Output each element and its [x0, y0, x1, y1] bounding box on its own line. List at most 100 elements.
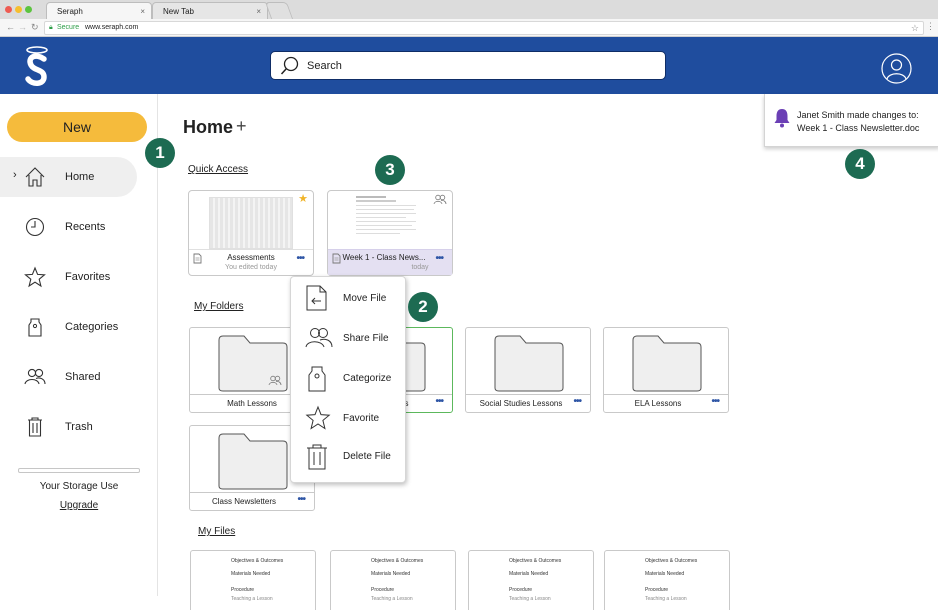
- trash-icon: [307, 444, 327, 470]
- sidebar-item-favorites[interactable]: Favorites: [0, 257, 137, 297]
- clock-icon: [25, 217, 45, 237]
- more-options-icon[interactable]: •••: [296, 254, 304, 264]
- shared-users-icon: [433, 194, 447, 205]
- file-preview-line: Procedure: [645, 587, 669, 593]
- browser-tab-new[interactable]: New Tab ×: [152, 2, 268, 19]
- sidebar-item-label: Home: [65, 171, 95, 183]
- more-options-icon[interactable]: •••: [711, 397, 719, 407]
- my-files-heading: My Files: [198, 526, 236, 537]
- star-icon: [24, 266, 46, 288]
- sidebar-item-label: Recents: [65, 221, 106, 233]
- folder-icon: [218, 433, 288, 490]
- browser-tab-bar: Seraph × New Tab ×: [0, 0, 938, 20]
- file-preview-line: Teaching a Lesson: [371, 596, 413, 602]
- reload-icon[interactable]: ↻: [31, 22, 39, 33]
- folder-icon: [632, 335, 702, 392]
- more-options-icon[interactable]: •••: [297, 495, 305, 505]
- search-bar[interactable]: Search: [270, 51, 666, 80]
- file-name: Week 1 - Class News...: [342, 253, 426, 262]
- new-button[interactable]: New: [7, 112, 147, 142]
- sidebar-item-home[interactable]: › Home: [0, 157, 137, 197]
- file-card[interactable]: Objectives & Outcomes Materials Needed P…: [604, 550, 730, 610]
- menu-item-favorite[interactable]: Favorite: [291, 399, 405, 437]
- back-icon[interactable]: ←: [6, 22, 15, 33]
- menu-item-move-file[interactable]: Move File: [291, 279, 405, 317]
- folder-name: ELA Lessons: [634, 399, 682, 408]
- close-window-icon[interactable]: [5, 6, 12, 13]
- secure-label: Secure: [57, 24, 80, 31]
- menu-item-categorize[interactable]: Categorize: [291, 359, 405, 397]
- bookmark-star-icon[interactable]: ☆: [911, 22, 919, 34]
- folder-name: Class Newsletters: [211, 497, 276, 506]
- user-avatar-icon[interactable]: [881, 53, 912, 84]
- file-preview-line: Materials Needed: [231, 571, 271, 577]
- sidebar-item-trash[interactable]: Trash: [0, 407, 137, 447]
- file-preview-line: Teaching a Lesson: [645, 596, 687, 602]
- sidebar-item-label: Shared: [65, 371, 101, 383]
- browser-menu-icon[interactable]: ⋮: [926, 21, 935, 32]
- notification-file-name: Week 1 - Class Newsletter.doc: [797, 123, 920, 133]
- move-file-icon: [306, 285, 327, 311]
- forward-icon[interactable]: →: [18, 22, 27, 33]
- more-options-icon[interactable]: •••: [435, 254, 443, 264]
- file-edit-status: You edited today: [225, 264, 277, 271]
- menu-item-label: Favorite: [343, 413, 380, 424]
- folder-name: Social Studies Lessons: [479, 399, 563, 408]
- callout-badge-4: 4: [845, 149, 875, 179]
- menu-item-share-file[interactable]: Share File: [291, 319, 405, 357]
- bell-icon: [774, 109, 790, 128]
- star-icon: [305, 405, 331, 430]
- quick-access-card-newsletter[interactable]: Week 1 - Class News... today •••: [327, 190, 453, 276]
- address-bar: ← → ↻ 🔒︎ Secure www.seraph.com ☆ ⋮: [0, 19, 938, 37]
- maximize-window-icon[interactable]: [25, 6, 32, 13]
- file-thumbnail: [209, 197, 293, 249]
- folder-social-studies-lessons[interactable]: Social Studies Lessons •••: [465, 327, 591, 413]
- star-filled-icon[interactable]: ★: [298, 192, 308, 205]
- tab-label: Seraph: [57, 7, 83, 16]
- folder-ela-lessons[interactable]: ELA Lessons •••: [603, 327, 729, 413]
- menu-item-label: Move File: [343, 293, 387, 304]
- upgrade-link[interactable]: Upgrade: [0, 500, 158, 511]
- sidebar-item-label: Trash: [65, 421, 93, 433]
- quick-access-heading: Quick Access: [188, 164, 249, 175]
- page-title: Home: [183, 117, 234, 137]
- new-tab-button[interactable]: [264, 2, 294, 19]
- close-tab-icon[interactable]: ×: [256, 3, 261, 20]
- file-preview-line: Procedure: [371, 587, 395, 593]
- more-options-icon[interactable]: •••: [435, 397, 443, 407]
- search-input[interactable]: Search: [307, 60, 342, 72]
- menu-item-delete-file[interactable]: Delete File: [291, 437, 405, 475]
- url-field[interactable]: 🔒︎ Secure www.seraph.com ☆: [44, 21, 924, 35]
- more-options-icon[interactable]: •••: [573, 397, 581, 407]
- share-users-icon: [305, 328, 333, 348]
- seraph-logo[interactable]: [22, 45, 52, 87]
- file-card[interactable]: Objectives & Outcomes Materials Needed P…: [330, 550, 456, 610]
- file-preview-line: Materials Needed: [371, 571, 411, 577]
- file-preview-line: Objectives & Outcomes: [509, 558, 562, 564]
- folder-icon: [494, 335, 564, 392]
- file-context-menu: Move File Share File Categorize Favorite…: [290, 276, 406, 483]
- file-preview-line: Teaching a Lesson: [509, 596, 551, 602]
- minimize-window-icon[interactable]: [15, 6, 22, 13]
- file-card[interactable]: Objectives & Outcomes Materials Needed P…: [468, 550, 594, 610]
- file-card[interactable]: Objectives & Outcomes Materials Needed P…: [190, 550, 316, 610]
- home-icon: [25, 167, 45, 187]
- file-preview-line: Materials Needed: [645, 571, 685, 577]
- sidebar-item-recents[interactable]: Recents: [0, 207, 137, 247]
- sidebar-item-categories[interactable]: Categories: [0, 307, 137, 347]
- notification-toast[interactable]: Janet Smith made changes to: Week 1 - Cl…: [764, 94, 938, 147]
- tag-icon: [28, 318, 42, 337]
- sidebar-item-label: Favorites: [65, 271, 111, 283]
- storage-bar: [18, 468, 140, 473]
- browser-tab-seraph[interactable]: Seraph ×: [46, 2, 152, 19]
- notification-message: Janet Smith made changes to:: [797, 110, 919, 120]
- callout-badge-2: 2: [408, 292, 438, 322]
- tag-icon: [308, 366, 326, 392]
- file-preview-line: Objectives & Outcomes: [231, 558, 284, 564]
- search-icon: [280, 56, 299, 75]
- quick-access-card-assessments[interactable]: ★ Assessments You edited today •••: [188, 190, 314, 276]
- file-preview-line: Teaching a Lesson: [231, 596, 273, 602]
- sidebar-item-shared[interactable]: Shared: [0, 357, 137, 397]
- add-icon[interactable]: +: [236, 116, 247, 137]
- close-tab-icon[interactable]: ×: [140, 3, 145, 20]
